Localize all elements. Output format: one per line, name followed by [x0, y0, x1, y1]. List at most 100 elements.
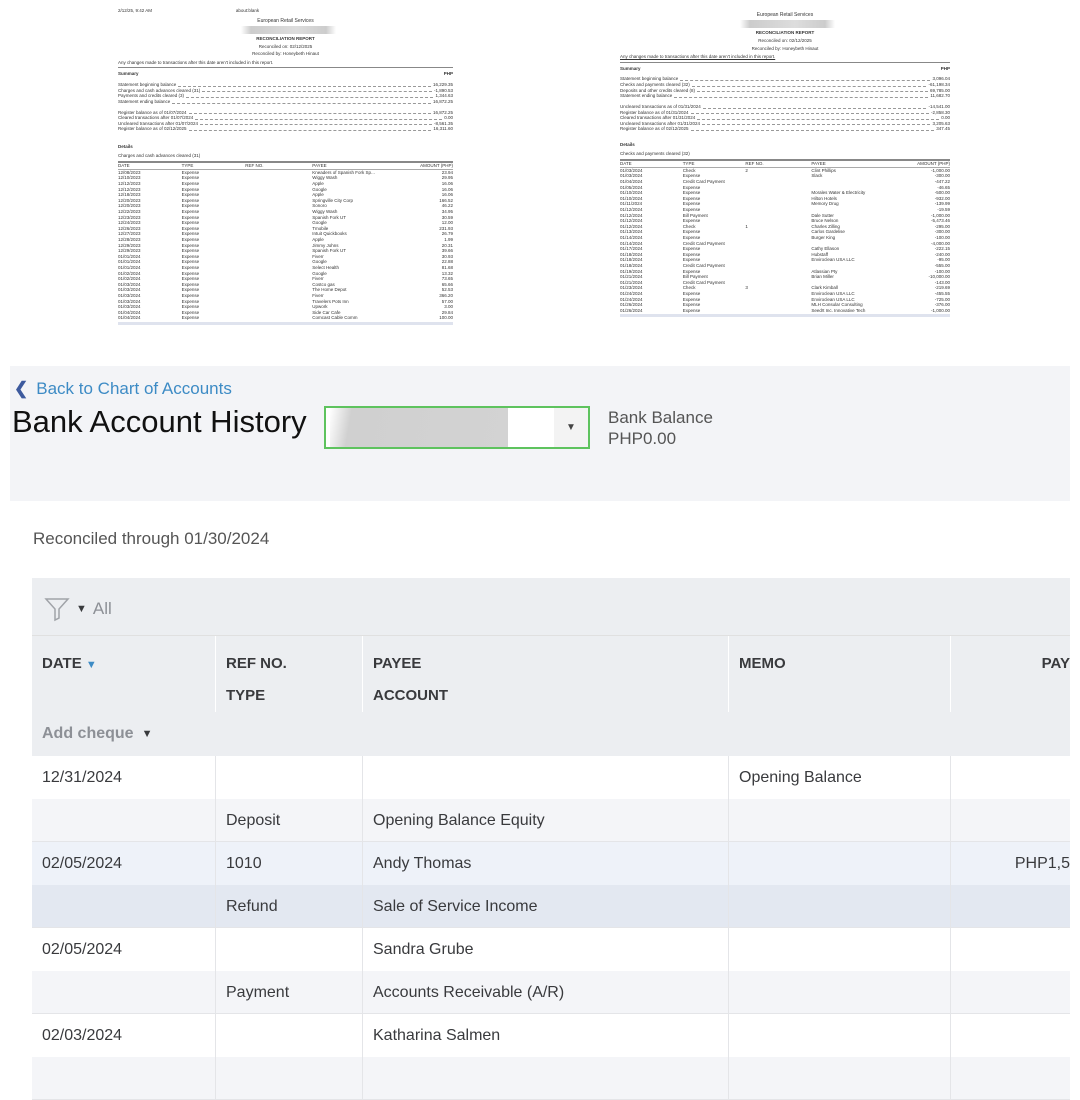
transaction-row[interactable]: 02/03/2024 Katharina Salmen — [32, 1014, 1070, 1057]
column-date-label: DATE — [42, 655, 82, 672]
filter-bar: ▼ All — [32, 578, 1070, 636]
cell-type: Deposit — [215, 799, 362, 842]
currency: PHP — [443, 71, 453, 77]
transaction-row-detail[interactable]: Deposit Opening Balance Equity — [32, 799, 1070, 842]
redacted-account-name — [330, 408, 508, 447]
cell-empty — [728, 799, 950, 842]
section-label: Checks and payments cleared (32) — [620, 150, 690, 156]
cell-payment — [950, 928, 1070, 971]
transaction-row[interactable]: 02/05/2024 1010 Andy Thomas PHP1,5 — [32, 842, 1070, 885]
table-row: 01/04/2024 Expense Comcast Cable Comm 100.0… — [118, 315, 453, 321]
details-label: Details — [118, 144, 133, 149]
cell-empty — [728, 1057, 950, 1100]
table-cell: -1,000.00 — [930, 307, 950, 313]
back-to-chart-of-accounts-link[interactable]: ❮ Back to Chart of Accounts — [14, 379, 232, 399]
chevron-left-icon: ❮ — [14, 379, 29, 398]
cell-empty — [950, 799, 1070, 842]
caret-down-icon: ▼ — [141, 728, 153, 740]
bank-balance: Bank Balance PHP0.00 — [608, 407, 713, 449]
cell-date: 12/31/2024 — [42, 768, 123, 786]
company-name: European Retail Services — [756, 12, 814, 18]
column-payee-label: PAYEE — [373, 655, 422, 672]
column-memo-label: MEMO — [739, 655, 786, 672]
cell-payee — [362, 756, 728, 799]
summary-line-label: Statement ending balance — [118, 98, 171, 104]
bank-balance-value: PHP0.00 — [608, 429, 677, 448]
details-label: Details — [620, 142, 635, 147]
company-name: European Retail Services — [257, 17, 314, 24]
report-title: RECONCILIATION REPORT — [256, 35, 315, 41]
summary-line-label: Statement ending balance — [620, 93, 673, 99]
cell-empty — [32, 885, 215, 928]
summary-line-value: 11,682.70 — [930, 93, 950, 99]
cell-account: Sale of Service Income — [362, 885, 728, 928]
redacted-account — [735, 20, 835, 29]
summary-label: Summary — [118, 71, 139, 77]
reconciliation-report-left: 2/12/25, 9:42 AM about:blank European Ret… — [118, 8, 453, 325]
add-cheque-button[interactable]: Add cheque ▼ — [32, 712, 1070, 756]
print-timestamp: 2/12/25, 9:42 AM — [118, 8, 153, 13]
table-cell: Comcast Cable Comm — [312, 315, 358, 321]
page-title: Bank Account History — [12, 404, 307, 439]
cell-empty — [950, 1057, 1070, 1100]
cell-memo — [728, 842, 950, 885]
cell-ref: 1010 — [215, 842, 362, 885]
reconciled-on: Reconciled on: 02/12/2025 — [758, 37, 812, 43]
caret-down-icon: ▼ — [76, 603, 87, 615]
chevron-down-icon[interactable]: ▼ — [554, 408, 588, 447]
summary-line-label: Register balance as of 02/12/2025 — [118, 126, 187, 132]
table-row: 01/26/2024 Expense Seed!t Inc. Innovative … — [620, 308, 950, 314]
column-payment-label: PAY — [1041, 655, 1070, 672]
column-ref-type: REF NO. TYPE — [215, 636, 362, 712]
column-header: PAYEE — [312, 161, 407, 170]
cell-empty — [728, 971, 950, 1014]
cell-memo — [728, 928, 950, 971]
cell-empty — [950, 885, 1070, 928]
column-account-label: ACCOUNT — [373, 687, 448, 704]
cell-date: 02/03/2024 — [42, 1026, 123, 1044]
cell-empty — [32, 799, 215, 842]
sort-desc-icon: ▼ — [85, 659, 97, 671]
table-header: DATE ▼ REF NO. TYPE PAYEE ACCOUNT MEMO PAY — [32, 636, 1070, 712]
cell-date: 02/05/2024 — [42, 940, 123, 958]
transaction-row-detail[interactable] — [32, 1057, 1070, 1100]
column-header: REF NO. — [745, 159, 812, 168]
add-cheque-label: Add cheque — [42, 725, 134, 742]
column-date[interactable]: DATE ▼ — [32, 636, 215, 712]
filter-button[interactable]: ▼ All — [44, 596, 112, 622]
table-cell: Expense — [682, 307, 701, 313]
reconciled-on: Reconciled on: 02/12/2025 — [258, 43, 313, 49]
section-label: Charges and cash advances cleared (31) — [118, 152, 201, 158]
bank-balance-label: Bank Balance — [608, 408, 713, 427]
column-memo: MEMO — [728, 636, 950, 712]
reconciled-by: Reconciled by: Honeybeth Hinaut — [751, 45, 819, 51]
cell-ref — [215, 756, 362, 799]
summary-line-label: Register balance as of 02/12/2025 — [620, 126, 689, 132]
reconciled-through: Reconciled through 01/30/2024 — [33, 529, 270, 548]
table-cell: 01/26/2024 — [620, 307, 643, 313]
cell-payment — [950, 756, 1070, 799]
notice: Any changes made to transactions after t… — [118, 59, 274, 65]
column-header: TYPE — [682, 159, 746, 168]
notice: Any changes made to transactions after t… — [620, 54, 776, 60]
cell-payee: Sandra Grube — [362, 928, 728, 971]
cell-date: 02/05/2024 — [42, 854, 123, 872]
cell-payment — [950, 1014, 1070, 1057]
cell-account: Opening Balance Equity — [362, 799, 728, 842]
filter-label: All — [92, 599, 112, 618]
table-cell: Seed!t Inc. Innovative Tech — [811, 307, 866, 313]
transaction-row[interactable]: 12/31/2024 Opening Balance — [32, 756, 1070, 799]
back-link-label: Back to Chart of Accounts — [36, 379, 232, 398]
account-select[interactable]: ▼ — [324, 406, 590, 449]
table-cell — [745, 308, 811, 314]
table-cell: 100.00 — [439, 315, 453, 321]
summary-line: Register balance as of 02/12/2025 347.45 — [620, 126, 950, 132]
transaction-row[interactable]: 02/05/2024 Sandra Grube — [32, 928, 1070, 971]
redacted-account — [235, 25, 336, 34]
transaction-row-detail[interactable]: Refund Sale of Service Income — [32, 885, 1070, 928]
cell-type: Refund — [215, 885, 362, 928]
column-header: TYPE — [181, 161, 246, 170]
column-header: DATE — [118, 161, 182, 170]
transaction-row-detail[interactable]: Payment Accounts Receivable (A/R) — [32, 971, 1070, 1014]
column-header: AMOUNT (PHP) — [406, 161, 453, 170]
